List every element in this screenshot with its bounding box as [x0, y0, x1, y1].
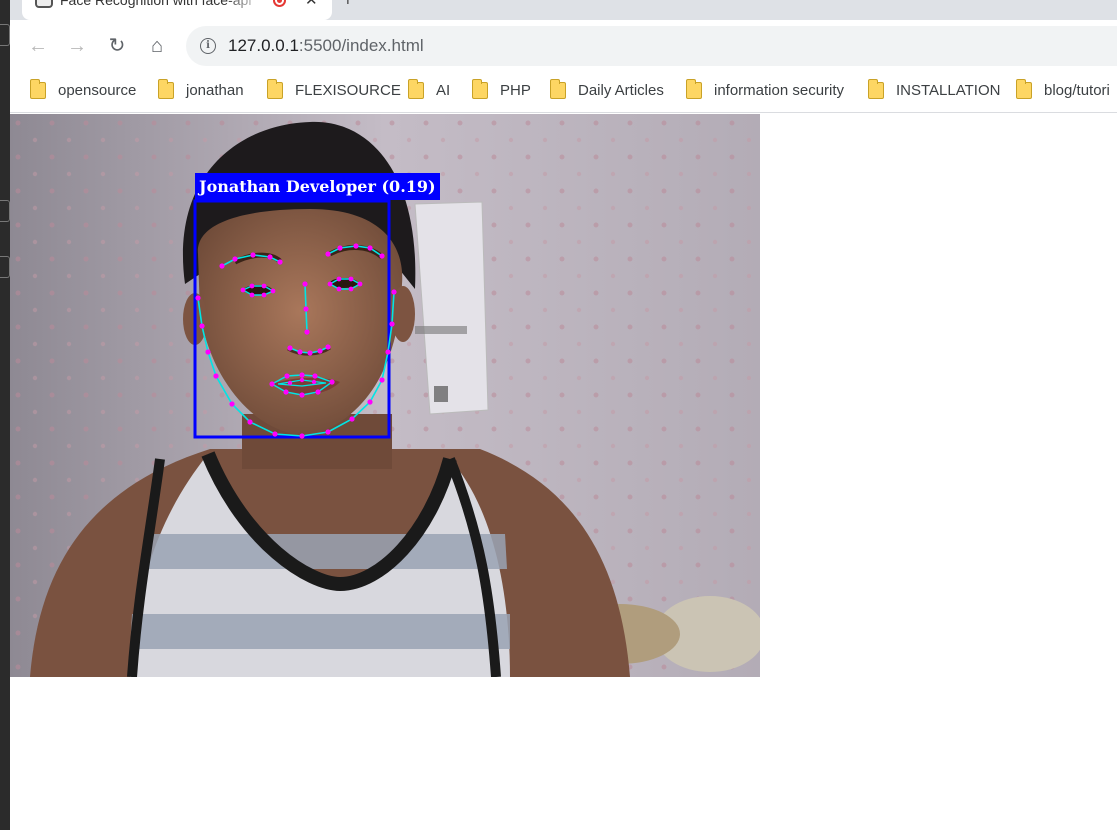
bookmark-label: information security — [714, 82, 845, 99]
bookmark-label: opensource — [58, 82, 137, 99]
editor-explorer-icon — [0, 24, 10, 46]
tab-strip: Face Recognition with face-api ✕ + — [10, 0, 1117, 20]
folder-icon — [472, 79, 488, 99]
url-path: :5500/index.html — [298, 36, 424, 55]
address-bar[interactable]: i 127.0.0.1:5500/index.html — [186, 26, 1117, 66]
info-icon[interactable]: i — [200, 38, 216, 54]
barcode — [415, 326, 467, 334]
url-host: 127.0.0.1 — [228, 36, 299, 55]
folder-icon — [408, 79, 424, 99]
new-tab-button[interactable]: + — [342, 0, 354, 10]
bookmark-label: FLEXISOURCE — [295, 82, 401, 99]
bookmark-label: AI — [436, 82, 451, 99]
forward-button[interactable]: → — [64, 34, 90, 60]
reload-button[interactable]: ↻ — [104, 34, 130, 60]
active-tab[interactable]: Face Recognition with face-api ✕ — [22, 0, 332, 20]
tank-stripe — [130, 614, 510, 649]
record-icon — [273, 0, 286, 7]
bookmark-label: Daily Articles — [578, 82, 664, 99]
editor-files-icon — [0, 200, 10, 222]
face-detection-label: Jonathan Developer (0.19) — [195, 173, 440, 200]
bookmarks-bar: opensource jonathan FLEXISOURCE AI PHP D… — [10, 72, 1117, 113]
editor-extensions-icon — [0, 256, 10, 278]
folder-icon — [686, 79, 702, 99]
folder-icon — [1016, 79, 1032, 99]
bookmark-label: jonathan — [186, 82, 244, 99]
bookmark-label: PHP — [500, 82, 531, 99]
folder-icon — [550, 79, 566, 99]
home-button[interactable]: ⌂ — [144, 34, 170, 60]
browser-toolbar: ← → ↻ ⌂ i 127.0.0.1:5500/index.html — [10, 20, 1117, 72]
close-icon[interactable]: ✕ — [305, 0, 318, 8]
folder-icon — [868, 79, 884, 99]
tab-title: Face Recognition with face-api — [60, 0, 265, 10]
folder-icon — [267, 79, 283, 99]
webcam-video: Jonathan Developer (0.19) — [10, 114, 760, 677]
back-button[interactable]: ← — [25, 34, 51, 60]
folder-icon — [30, 79, 46, 99]
tank-stripe — [140, 534, 507, 569]
editor-side-strip — [0, 0, 10, 830]
folder-icon — [158, 79, 174, 99]
address-url[interactable]: 127.0.0.1:5500/index.html — [228, 36, 424, 56]
bookmark-label: INSTALLATION — [896, 82, 1001, 99]
webcam-icon — [35, 0, 53, 8]
bookmark-label: blog/tutori — [1044, 82, 1110, 99]
qr-code — [434, 386, 448, 402]
